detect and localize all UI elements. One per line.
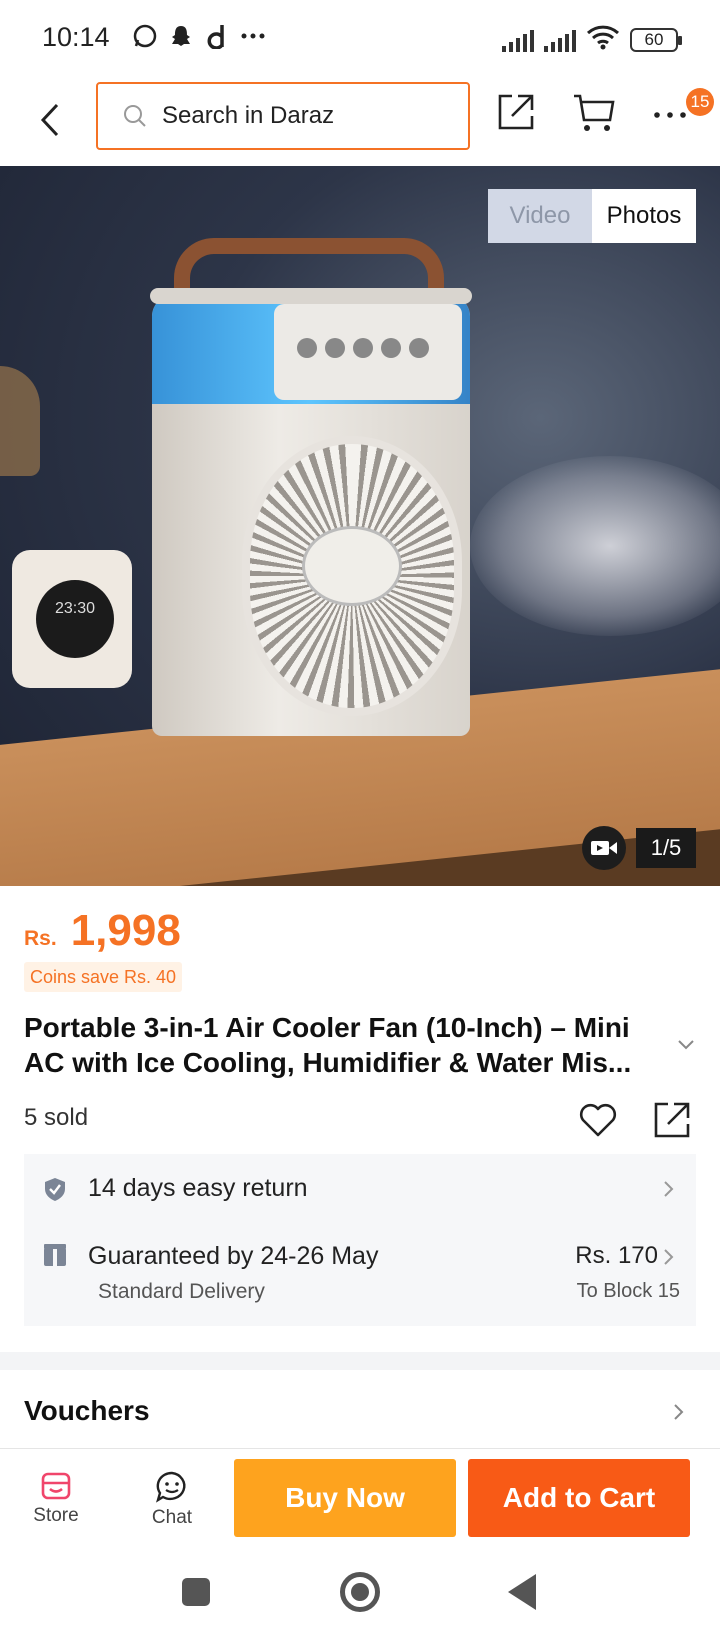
clock-face: 23:30 — [36, 580, 114, 658]
chevron-left-icon — [40, 103, 59, 137]
signal-icon — [502, 28, 534, 52]
tab-video[interactable]: Video — [488, 189, 592, 243]
cart-button[interactable] — [572, 92, 620, 136]
buy-now-button[interactable]: Buy Now — [234, 1459, 456, 1537]
shield-check-icon — [45, 1178, 65, 1201]
delivery-type: Standard Delivery — [98, 1280, 265, 1303]
clock-time: 23:30 — [54, 600, 96, 617]
chevron-right-icon — [664, 1249, 674, 1265]
chat-label: Chat — [151, 1507, 193, 1528]
product-title[interactable]: Portable 3-in-1 Air Cooler Fan (10-Inch)… — [24, 1010, 664, 1080]
share-button[interactable] — [496, 92, 540, 136]
chat-icon — [156, 1471, 186, 1503]
product-price: Rs. 1,998 — [24, 906, 181, 956]
system-back-button[interactable] — [508, 1574, 536, 1610]
top-header: Search in Daraz — [0, 78, 720, 166]
fan-hub — [302, 526, 402, 606]
vouchers-heading[interactable]: Vouchers — [24, 1395, 150, 1427]
status-time: 10:14 — [42, 22, 110, 52]
tab-photos[interactable]: Photos — [592, 189, 696, 243]
delivery-guarantee-text: Guaranteed by 24-26 May — [88, 1242, 379, 1270]
more-notifications-icon — [240, 22, 266, 50]
search-icon — [124, 105, 146, 127]
wifi-icon — [586, 24, 620, 55]
search-input[interactable]: Search in Daraz — [96, 82, 470, 150]
fan-knob — [325, 338, 345, 358]
whatsapp-icon — [132, 22, 158, 50]
snapchat-icon — [168, 22, 194, 50]
fan-top — [150, 288, 472, 304]
service-info-card: 14 days easy return Guaranteed by 24-26 … — [24, 1154, 696, 1326]
fan-knob — [381, 338, 401, 358]
signal-icon-2 — [544, 28, 576, 52]
price-amount: 1,998 — [70, 906, 181, 955]
search-placeholder: Search in Daraz — [162, 102, 335, 129]
air-cooler-illustration — [150, 226, 472, 746]
lamp-shape — [0, 366, 40, 476]
bottom-action-bar: Store Chat Buy Now Add to Cart — [0, 1448, 720, 1548]
system-icons: 60 — [502, 24, 682, 55]
clock-prop: 23:30 — [12, 550, 132, 688]
delivery-box-icon — [44, 1244, 66, 1266]
more-icon — [654, 112, 686, 118]
image-counter: 1/5 — [636, 828, 696, 868]
chevron-right-icon[interactable] — [672, 1402, 686, 1422]
delivery-location: To Block 15 — [576, 1280, 680, 1302]
fan-knob — [297, 338, 317, 358]
share-icon — [498, 94, 534, 130]
chevron-right-icon — [664, 1181, 674, 1197]
video-camera-icon — [591, 841, 617, 855]
delivery-fee: Rs. 170 — [575, 1242, 658, 1269]
section-divider — [0, 1352, 720, 1370]
return-policy-row[interactable]: 14 days easy return — [24, 1154, 696, 1224]
add-to-cart-button[interactable]: Add to Cart — [468, 1459, 690, 1537]
store-button[interactable]: Store — [16, 1471, 96, 1527]
coins-savings-badge: Coins save Rs. 40 — [24, 962, 183, 992]
sold-count: 5 sold — [24, 1104, 89, 1131]
daraz-icon — [204, 22, 230, 50]
back-button[interactable] — [30, 94, 70, 146]
delivery-row[interactable]: Guaranteed by 24-26 May Standard Deliver… — [24, 1224, 696, 1326]
cart-icon — [574, 94, 615, 131]
price-currency: Rs. — [24, 927, 57, 950]
notification-icons — [132, 22, 266, 50]
media-tab-switcher: Video Photos — [488, 189, 696, 243]
chevron-down-icon[interactable] — [676, 1034, 696, 1054]
store-icon — [41, 1472, 71, 1500]
battery-icon: 60 — [630, 27, 682, 52]
cart-count-badge: 15 — [686, 88, 714, 116]
fan-knob — [409, 338, 429, 358]
system-navigation-bar — [0, 1548, 720, 1640]
mist-cloud — [470, 456, 720, 636]
video-play-button[interactable] — [582, 826, 626, 870]
status-bar: 10:14 60 — [0, 0, 720, 78]
home-button[interactable] — [340, 1572, 380, 1612]
return-policy-text: 14 days easy return — [88, 1174, 308, 1202]
wishlist-heart-icon[interactable] — [578, 1100, 618, 1140]
share-icon[interactable] — [652, 1100, 692, 1140]
recents-button[interactable] — [182, 1578, 210, 1606]
chat-button[interactable]: Chat — [132, 1471, 212, 1529]
store-label: Store — [33, 1505, 79, 1526]
fan-knob — [353, 338, 373, 358]
product-image[interactable]: 23:30 — [0, 166, 720, 886]
